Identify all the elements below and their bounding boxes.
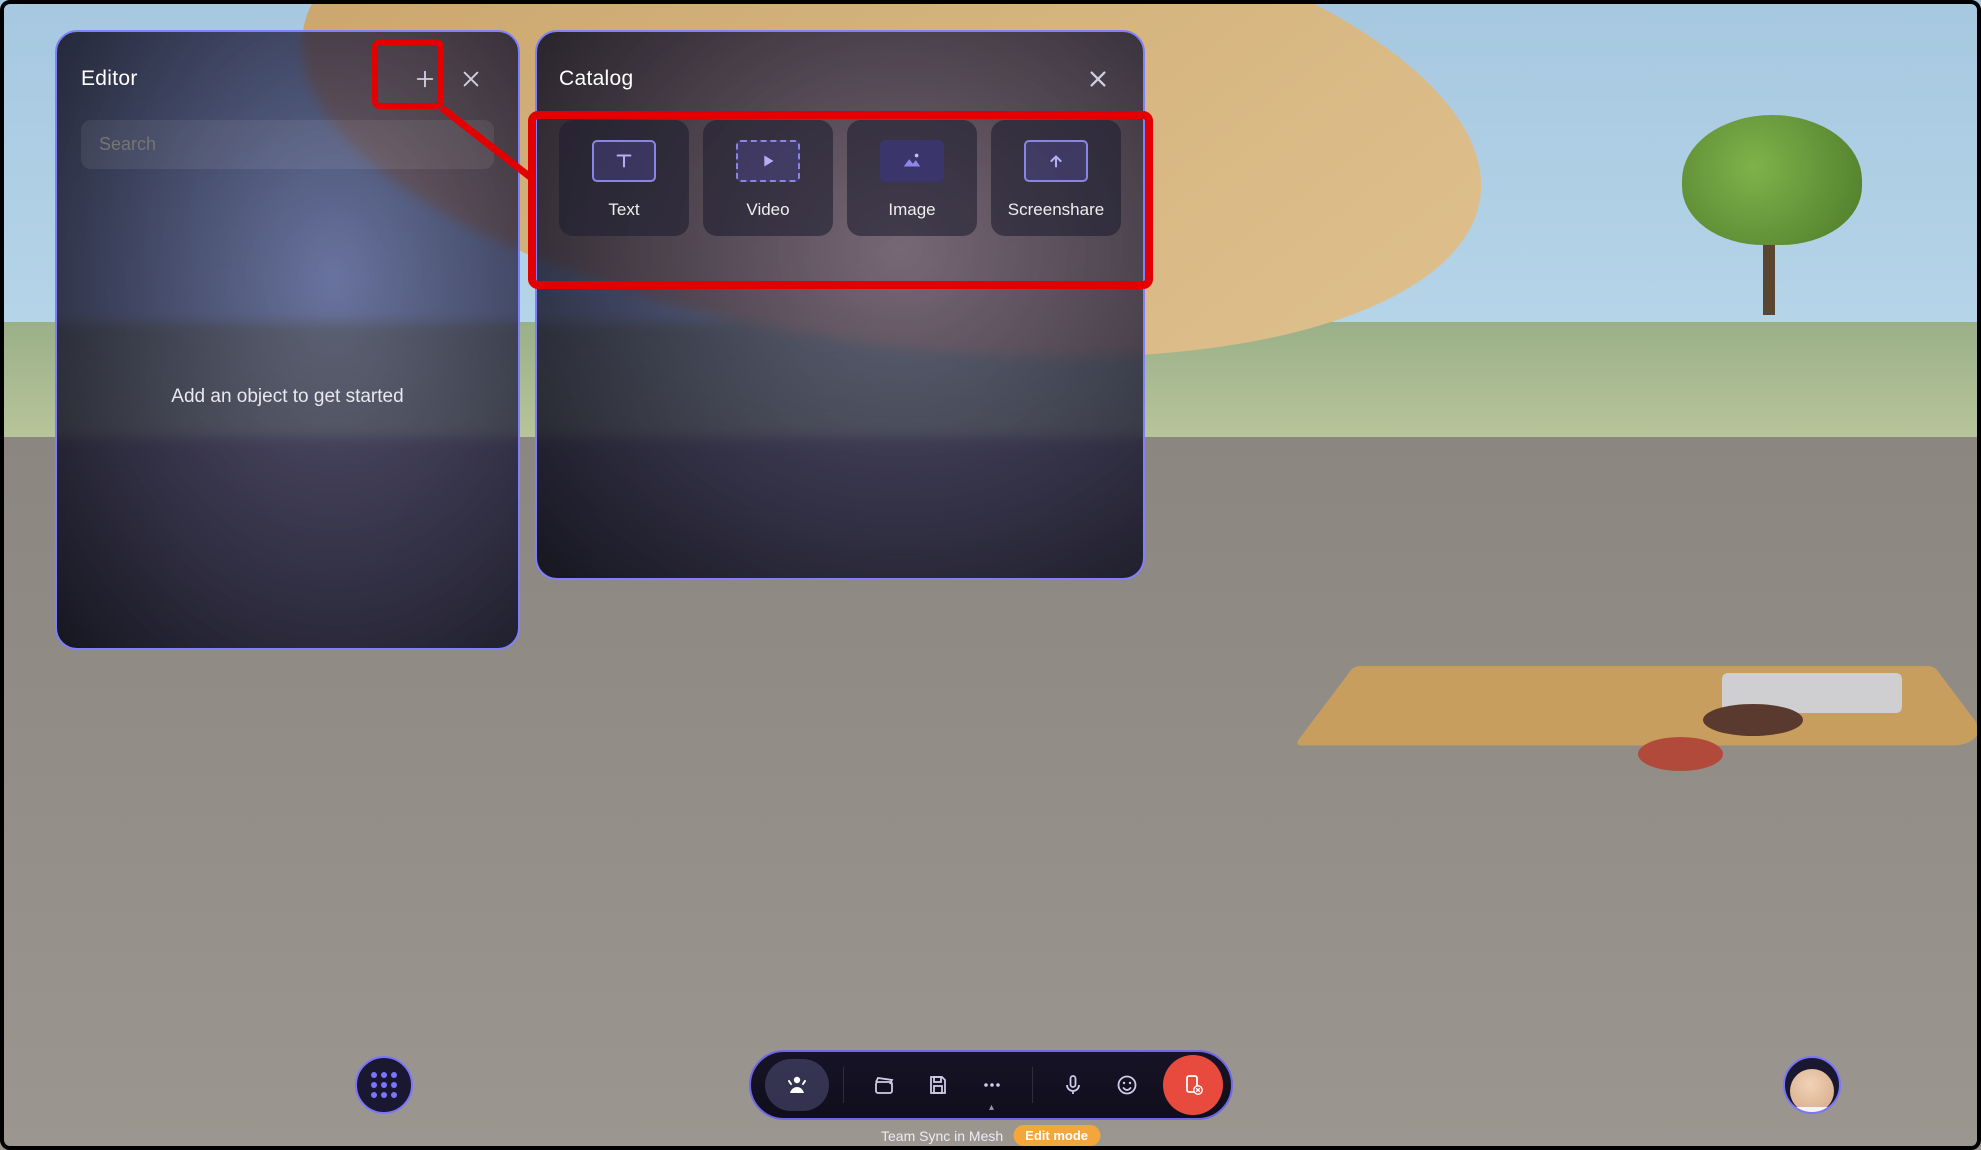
- grid-icon: [371, 1072, 397, 1098]
- catalog-title: Catalog: [559, 67, 633, 91]
- mic-icon: [1061, 1073, 1085, 1097]
- main-toolbar: ▴: [749, 1050, 1233, 1120]
- clapper-button[interactable]: [858, 1059, 910, 1111]
- more-icon: [980, 1073, 1004, 1097]
- close-icon: [1087, 68, 1109, 90]
- leave-button[interactable]: [1163, 1055, 1223, 1115]
- avatar-pose-icon: [785, 1073, 809, 1097]
- catalog-panel: Catalog Text Video Image: [535, 30, 1145, 580]
- tree: [1682, 115, 1862, 315]
- emoji-button[interactable]: [1101, 1059, 1153, 1111]
- catalog-item-label: Image: [888, 200, 935, 220]
- catalog-item-label: Video: [746, 200, 789, 220]
- catalog-item-label: Screenshare: [1008, 200, 1104, 220]
- search-input[interactable]: [81, 120, 494, 169]
- editor-empty-state: Add an object to get started: [81, 169, 494, 624]
- session-name: Team Sync in Mesh: [881, 1128, 1003, 1144]
- mode-pill: Edit mode: [1013, 1125, 1100, 1146]
- screenshare-icon: [1024, 140, 1088, 182]
- save-button[interactable]: [912, 1059, 964, 1111]
- editor-title: Editor: [81, 67, 138, 91]
- clapper-icon: [872, 1073, 896, 1097]
- status-bar: Team Sync in Mesh Edit mode: [881, 1125, 1100, 1150]
- chevron-up-icon: ▴: [989, 1102, 994, 1113]
- close-icon: [460, 68, 482, 90]
- catalog-item-image[interactable]: Image: [847, 120, 977, 236]
- avatar-pose-button[interactable]: [765, 1059, 829, 1111]
- leave-icon: [1181, 1073, 1205, 1097]
- emoji-icon: [1115, 1073, 1139, 1097]
- ottoman: [1638, 737, 1723, 771]
- catalog-item-text[interactable]: Text: [559, 120, 689, 236]
- catalog-item-label: Text: [608, 200, 639, 220]
- user-avatar-button[interactable]: [1783, 1056, 1841, 1114]
- mic-button[interactable]: [1047, 1059, 1099, 1111]
- image-icon: [880, 140, 944, 182]
- catalog-close-button[interactable]: [1075, 56, 1121, 102]
- save-icon: [926, 1073, 950, 1097]
- avatar-icon: [1790, 1069, 1834, 1113]
- video-icon: [736, 140, 800, 182]
- editor-panel: Editor Add an object to get started: [55, 30, 520, 650]
- app-launcher-button[interactable]: [355, 1056, 413, 1114]
- catalog-item-video[interactable]: Video: [703, 120, 833, 236]
- catalog-grid: Text Video Image Screenshare: [559, 120, 1121, 236]
- add-button[interactable]: [402, 56, 448, 102]
- more-button[interactable]: ▴: [966, 1059, 1018, 1111]
- plus-icon: [414, 68, 436, 90]
- text-icon: [592, 140, 656, 182]
- editor-close-button[interactable]: [448, 56, 494, 102]
- catalog-item-screenshare[interactable]: Screenshare: [991, 120, 1121, 236]
- coffee-table: [1703, 704, 1803, 736]
